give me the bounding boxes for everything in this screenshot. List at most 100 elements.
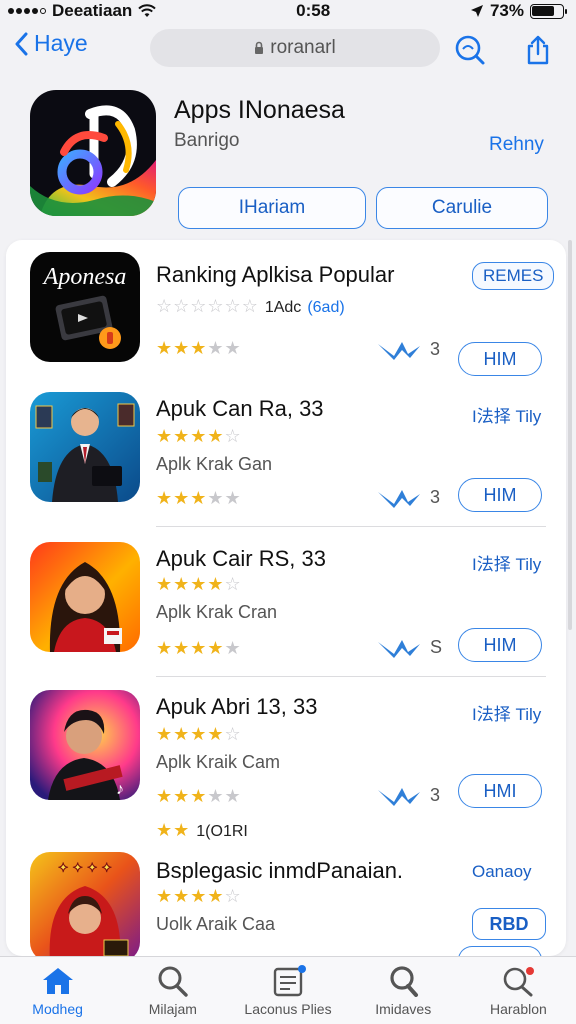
app-subtitle: Aplk Krak Cran [156,602,278,622]
svg-text:✦ ✦ ✦ ✦: ✦ ✦ ✦ ✦ [58,860,113,875]
tab-label: Harablon [490,1001,547,1017]
app-subtitle: Uolk Araik Caa [156,914,276,934]
rating-stars-extra: ★★ 1(O1RI [156,820,248,840]
meta-count: 3 [430,486,441,507]
tab-laconus-plies[interactable]: Laconus Plies [230,957,345,1024]
tab-milajam[interactable]: Milajam [115,957,230,1024]
carrier-label: Deeatiaan [52,1,133,20]
tab-label: Laconus Plies [244,1001,332,1017]
young-man-portrait-icon: ♪ [48,709,124,800]
get-button[interactable]: HMI [458,774,542,808]
bird-icon [378,788,420,806]
meta-count: 3 [430,338,441,359]
app-icon [30,392,140,502]
tab-home[interactable]: Modheg [0,957,115,1024]
app-tag-button[interactable]: REMES [472,262,555,290]
status-bar: Deeatiaan 0:58 73% [0,0,576,22]
list-item[interactable]: Aponesa Ranking Aplkisa Popular ☆☆☆☆☆☆ 1A… [6,250,566,376]
rating-stars-secondary: ★★★★★ [156,638,242,658]
app-title: Apuk Can Ra, 33 [156,396,324,421]
meta-count: S [430,636,443,657]
lock-icon [255,41,264,54]
chevron-left-icon [15,32,28,55]
featured-app-subtitle: Banrigo [174,130,240,151]
rating-paren: (6ad) [307,299,345,316]
battery-percent: 73% [489,1,524,20]
app-meta: S [376,636,442,658]
status-left: Deeatiaan [8,1,157,21]
get-button[interactable]: HIM [458,628,542,662]
get-button[interactable]: HIM [458,478,542,512]
music-note-logo-icon [30,105,156,216]
app-icon: ✦ ✦ ✦ ✦ [30,852,140,956]
svg-text:♪: ♪ [116,781,124,798]
back-button[interactable]: Haye [14,30,88,57]
rating-stars: ★★★★★ [156,338,242,358]
app-title: Bsplegasic inmdPanaian. [156,858,404,883]
app-tag-link[interactable]: Oanaoy [472,862,532,882]
tab-imidaves[interactable]: Imidaves [346,957,461,1024]
rating-extra-count: 1(O1RI [196,823,248,840]
list-item[interactable]: ✦ ✦ ✦ ✦ Bsplegasic inmdPanaian. ★★★★☆ Uo… [6,850,566,956]
rating-count: 1Adc [264,299,302,316]
list-item[interactable]: ♪ Apuk Abri 13, 33 ★★★★☆ Aplk Kraik Cam … [6,688,566,848]
search-icon [155,965,191,997]
woman-portrait-icon [49,562,122,652]
featured-app-link[interactable]: Rehny [489,134,544,156]
location-icon [470,5,483,17]
search-icon [500,965,536,997]
get-button-partial[interactable] [458,946,542,956]
app-title: Ranking Aplkisa Popular [156,262,395,287]
magnifier-icon [385,965,421,997]
app-logo-icon: Aponesa [42,264,127,349]
bird-icon [378,490,420,508]
scroll-indicator[interactable] [568,240,572,630]
app-tag-link[interactable]: I法择 Tily [472,700,541,725]
rating-stars-secondary: ★★★★★ [156,488,242,508]
battery-icon [529,3,567,19]
notification-dot [298,965,306,973]
list-item[interactable]: Apuk Can Ra, 33 ★★★★☆ Aplk Krak Gan I法择 … [6,390,566,530]
search-button[interactable] [450,30,490,70]
app-icon [30,542,140,652]
app-meta: 3 [376,784,440,806]
bird-icon [378,640,420,658]
app-tag-link[interactable]: I法择 Tily [472,550,541,575]
app-icon: ♪ [30,690,140,800]
app-subtitle: Aplk Kraik Cam [156,752,281,772]
rating-stars: ★★★★☆ [156,724,242,744]
app-title: Apuk Cair RS, 33 [156,546,326,571]
search-icon [455,35,485,65]
list-item[interactable]: Apuk Cair RS, 33 ★★★★☆ Aplk Krak Cran I法… [6,540,566,680]
rating-stars-outline: ☆☆☆☆☆☆ 1Adc (6ad) [156,296,345,316]
search-input[interactable]: roranarl [150,29,440,67]
meta-count: 3 [430,784,441,805]
home-icon [40,965,76,997]
rating-stars: ★★★★☆ [156,426,242,446]
icon-wordmark: Aponesa [42,264,127,290]
featured-app-title: Apps INonaesa [174,96,345,124]
tab-harablon[interactable]: Harablon [461,957,576,1024]
rating-stars: ★★★★☆ [156,886,242,906]
tab-label: Imidaves [375,1001,432,1017]
app-subtitle: Aplk Krak Gan [156,454,273,474]
document-icon [270,965,306,997]
app-title: Apuk Abri 13, 33 [156,694,318,719]
battery-level [532,6,554,16]
featured-secondary-button[interactable]: Carulie [376,187,548,229]
share-button[interactable] [518,30,558,70]
rating-stars: ★★★★☆ [156,574,242,594]
app-meta: 3 [376,486,440,508]
nav-bar: Haye roranarl [0,26,576,72]
tab-bar: Modheg Milajam Laconus Plies Imidaves Ha… [0,956,576,1024]
wifi-icon [138,4,157,17]
row-divider [156,526,546,527]
featured-primary-button[interactable]: IHariam [178,187,366,229]
businessman-icon [35,403,135,502]
get-button[interactable]: HIM [458,342,542,376]
get-button[interactable]: RBD [472,908,546,940]
rating-stars-secondary: ★★★★★ [156,786,242,806]
featured-app-icon[interactable] [30,90,156,216]
back-label: Haye [34,30,88,56]
app-tag-link[interactable]: I法择 Tily [472,402,541,427]
